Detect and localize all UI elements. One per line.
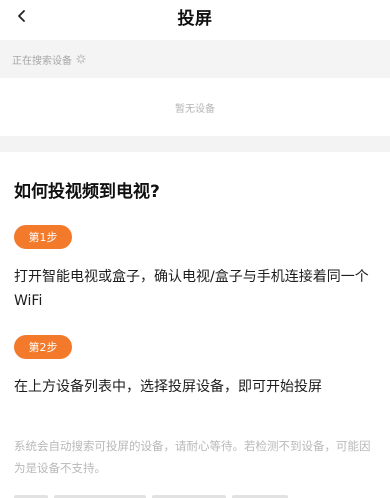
device-list-panel: 正在搜索设备 暂无设备	[0, 40, 390, 136]
searching-status-text: 正在搜索设备	[12, 55, 72, 67]
top-navigation-bar: 投屏	[0, 0, 390, 36]
step-2-text: 在上方设备列表中，选择投屏设备，即可开始投屏	[14, 379, 322, 395]
section-divider	[0, 136, 390, 152]
page-title: 投屏	[177, 9, 213, 29]
no-device-text: 暂无设备	[175, 104, 215, 115]
step-2-badge: 第2步	[14, 335, 72, 359]
step-1-text: 打开智能电视或盒子，确认电视/盒子与手机连接着同一个WiFi	[14, 269, 369, 309]
guide-note-text: 系统会自动搜索可投屏的设备，请耐心等待。若检测不到设备，可能因为是设备不支持。	[14, 439, 371, 475]
step-1-badge: 第1步	[14, 225, 72, 249]
loading-spinner-icon	[76, 54, 86, 64]
searching-status-row: 正在搜索设备	[0, 40, 390, 78]
cut-off-text-line	[14, 486, 344, 498]
cast-guide-section: 如何投视频到电视? 第1步 打开智能电视或盒子，确认电视/盒子与手机连接着同一个…	[0, 152, 390, 498]
guide-title: 如何投视频到电视?	[14, 182, 160, 202]
